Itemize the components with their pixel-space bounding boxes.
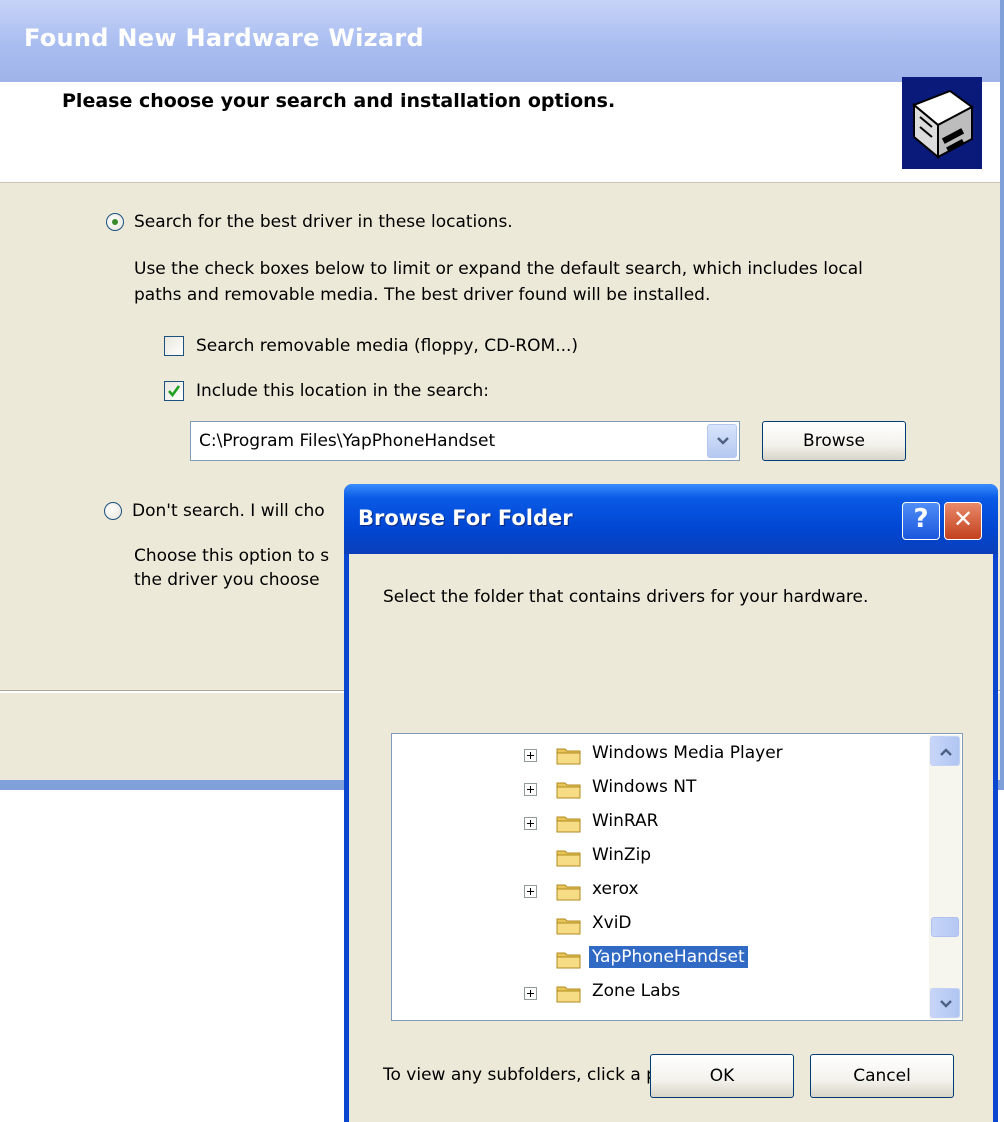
wizard-heading: Please choose your search and installati… — [62, 90, 616, 112]
checkmark-icon — [168, 385, 181, 398]
chevron-down-icon — [717, 437, 729, 445]
tree-item[interactable]: WinZip — [392, 842, 922, 872]
location-combobox[interactable]: C:\Program Files\YapPhoneHandset — [190, 421, 740, 461]
ok-button[interactable]: OK — [650, 1054, 794, 1098]
search-removable-media-label[interactable]: Search removable media (floppy, CD-ROM..… — [196, 336, 578, 356]
wizard-border — [1000, 0, 1004, 790]
tree-item-label: Windows NT — [592, 777, 697, 797]
chevron-down-icon — [940, 1000, 952, 1008]
ok-button-label: OK — [709, 1066, 735, 1086]
help-icon: ? — [913, 504, 929, 534]
folder-icon — [556, 745, 582, 765]
dont-search-description-line2: the driver you choose — [134, 570, 320, 590]
tree-item[interactable]: xerox — [392, 876, 922, 906]
browse-for-folder-dialog: Browse For Folder ? ✕ Select the folder … — [344, 484, 998, 1122]
include-location-label[interactable]: Include this location in the search: — [196, 381, 489, 401]
tree-item[interactable]: Zone Labs — [392, 978, 922, 1008]
tree-item[interactable]: WinRAR — [392, 808, 922, 838]
browse-button[interactable]: Browse — [762, 421, 906, 461]
folder-icon — [556, 881, 582, 901]
browse-button-label: Browse — [803, 431, 865, 451]
close-icon: ✕ — [952, 505, 974, 533]
search-removable-media-checkbox[interactable] — [164, 336, 184, 356]
tree-item-label: WinZip — [592, 845, 652, 865]
folder-icon — [556, 779, 582, 799]
tree-item-label: YapPhoneHandset — [588, 945, 749, 969]
tree-item-label: XviD — [592, 913, 632, 933]
search-best-driver-label[interactable]: Search for the best driver in these loca… — [134, 212, 513, 232]
search-description-line2: paths and removable media. The best driv… — [134, 285, 711, 305]
dialog-title: Browse For Folder — [358, 506, 573, 530]
cancel-button[interactable]: Cancel — [810, 1054, 954, 1098]
search-description-line1: Use the check boxes below to limit or ex… — [134, 259, 863, 279]
close-button[interactable]: ✕ — [944, 502, 982, 540]
dont-search-radio[interactable] — [104, 502, 122, 520]
wizard-title-bar[interactable]: Found New Hardware Wizard — [0, 0, 1004, 82]
dialog-body: Select the folder that contains drivers … — [349, 554, 993, 1122]
folder-icon — [556, 847, 582, 867]
expand-plus-icon[interactable] — [524, 987, 537, 1000]
folder-tree[interactable]: Windows Media Player Windows NT WinRAR WinZ… — [391, 733, 963, 1021]
wizard-title: Found New Hardware Wizard — [24, 24, 425, 52]
dialog-instruction: Select the folder that contains drivers … — [383, 587, 869, 607]
expand-plus-icon[interactable] — [524, 783, 537, 796]
hardware-icon — [902, 77, 982, 169]
tree-item-label: xerox — [592, 879, 639, 899]
chevron-up-icon — [940, 748, 952, 756]
folder-icon — [556, 915, 582, 935]
tree-item[interactable]: XviD — [392, 910, 922, 940]
folder-tree-scrollbar[interactable] — [929, 735, 961, 1019]
tree-item[interactable]: Windows Media Player — [392, 740, 922, 770]
dont-search-description-line1: Choose this option to s — [134, 546, 330, 566]
dialog-title-bar[interactable]: Browse For Folder ? ✕ — [344, 484, 998, 554]
dont-search-label[interactable]: Don't search. I will cho — [132, 501, 325, 521]
expand-plus-icon[interactable] — [524, 749, 537, 762]
folder-icon — [556, 813, 582, 833]
tree-item[interactable]: Windows NT — [392, 774, 922, 804]
folder-icon — [556, 983, 582, 1003]
help-button[interactable]: ? — [902, 502, 940, 540]
scroll-up-button[interactable] — [930, 736, 960, 766]
location-value: C:\Program Files\YapPhoneHandset — [199, 431, 496, 451]
scroll-thumb[interactable] — [931, 917, 959, 937]
expand-plus-icon[interactable] — [524, 817, 537, 830]
cancel-button-label: Cancel — [853, 1066, 911, 1086]
tree-item[interactable]: YapPhoneHandset — [392, 944, 922, 974]
search-best-driver-radio[interactable] — [106, 213, 124, 231]
tree-item-label: Zone Labs — [592, 981, 681, 1001]
include-location-checkbox[interactable] — [164, 381, 184, 401]
scroll-down-button[interactable] — [930, 988, 960, 1018]
tree-item-label: Windows Media Player — [592, 743, 783, 763]
location-dropdown-button[interactable] — [707, 424, 737, 458]
expand-plus-icon[interactable] — [524, 885, 537, 898]
tree-item-label: WinRAR — [592, 811, 659, 831]
folder-icon — [556, 949, 582, 969]
